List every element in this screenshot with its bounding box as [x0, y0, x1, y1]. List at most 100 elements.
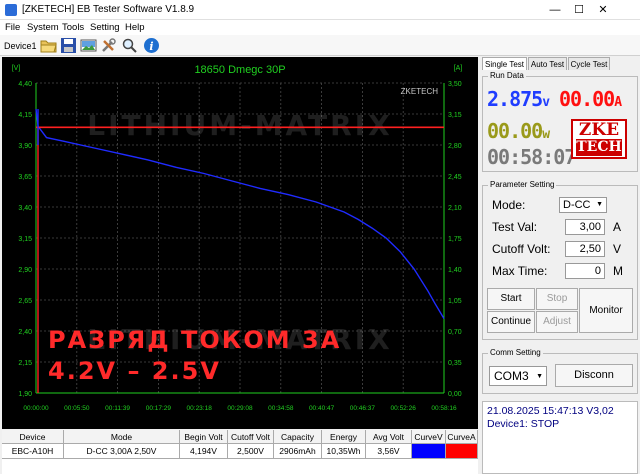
- test-val-unit: A: [613, 220, 622, 234]
- menu-setting[interactable]: Setting: [90, 22, 120, 33]
- tab-cycle-test[interactable]: Cycle Test: [568, 57, 610, 70]
- col-curve-a: CurveA: [446, 430, 478, 444]
- left-axis-label: [V]: [12, 65, 21, 72]
- adjust-button[interactable]: Adjust: [536, 311, 578, 333]
- table-cell-mode: D-CC 3,00A 2,50V: [64, 444, 180, 459]
- chart-svg: 18650 Dmegc 30P [V] [A] 4,40 3,50 4,15 3,15…: [12, 64, 463, 412]
- tab-auto-test[interactable]: Auto Test: [528, 57, 567, 70]
- power-display: 00.00w: [487, 119, 550, 143]
- left-tick-label: 3,15: [18, 236, 32, 243]
- left-tick-label: 3,65: [18, 174, 32, 181]
- title-bar: [ZKETECH] EB Tester Software V1.8.9 — ☐ …: [0, 0, 640, 20]
- info-icon[interactable]: i: [143, 37, 160, 54]
- tools-icon[interactable]: [100, 37, 117, 54]
- right-axis-label: [A]: [454, 65, 463, 72]
- x-tick-label: 00:00:00: [23, 405, 49, 412]
- col-energy: Energy: [322, 430, 366, 444]
- menu-help[interactable]: Help: [125, 22, 145, 33]
- results-table: Device Mode Begin Volt Cutoff Volt Capac…: [2, 430, 478, 474]
- zketech-logo: ZKE TECH: [571, 119, 627, 159]
- lithium-matrix-watermark-top: LITHIUM-MATRIX: [87, 109, 392, 142]
- chevron-down-icon: ▼: [536, 373, 543, 380]
- folder-open-icon[interactable]: [40, 37, 57, 54]
- monitor-button[interactable]: Monitor: [579, 288, 633, 333]
- left-tick-label: 2,65: [18, 298, 32, 305]
- x-tick-label: 00:23:18: [187, 405, 213, 412]
- max-time-input[interactable]: 0: [565, 263, 605, 279]
- x-tick-label: 00:17:29: [146, 405, 172, 412]
- right-tick-label: 0,35: [448, 360, 462, 367]
- stop-button[interactable]: Stop: [536, 288, 578, 310]
- right-panel: Single Test Auto Test Cycle Test Run Dat…: [480, 57, 640, 474]
- time-display: 00:58:07: [487, 145, 576, 169]
- right-tick-label: 2,80: [448, 143, 462, 150]
- run-data-group: Run Data 2.875v 00.00A 00.00w 00:58:07 Z…: [482, 71, 638, 172]
- window-title: [ZKETECH] EB Tester Software V1.8.9: [22, 4, 195, 15]
- app-icon: [5, 4, 17, 16]
- left-tick-label: 1,90: [18, 391, 32, 398]
- curve-v-color-swatch[interactable]: [412, 444, 446, 459]
- left-tick-label: 2,40: [18, 329, 32, 336]
- image-icon[interactable]: [80, 37, 97, 54]
- test-val-label: Test Val:: [492, 220, 538, 234]
- col-curve-v: CurveV: [412, 430, 446, 444]
- menu-tools[interactable]: Tools: [62, 22, 84, 33]
- chart-title: 18650 Dmegc 30P: [194, 64, 285, 76]
- table-cell-avg-volt: 3,56V: [366, 444, 412, 459]
- col-avg-volt: Avg Volt: [366, 430, 412, 444]
- right-tick-label: 1,05: [448, 298, 462, 305]
- left-tick-label: 3,90: [18, 143, 32, 150]
- parameter-setting-group: Parameter Setting Mode: D-CC ▼ Test Val:…: [482, 180, 638, 340]
- com-port-select[interactable]: COM3 ▼: [489, 366, 547, 386]
- current-display: 00.00A: [559, 87, 622, 111]
- left-tick-label: 4,40: [18, 81, 32, 88]
- right-tick-label: 0,00: [448, 391, 462, 398]
- col-begin-volt: Begin Volt: [180, 430, 228, 444]
- cutoff-volt-unit: V: [613, 242, 622, 256]
- left-tick-label: 2,15: [18, 360, 32, 367]
- x-tick-label: 00:29:08: [227, 405, 253, 412]
- status-device-state: Device1: STOP: [487, 418, 560, 430]
- disconnect-button[interactable]: Disconn: [555, 364, 633, 387]
- right-tick-label: 3,50: [448, 81, 462, 88]
- table-cell-device: EBC-A10H: [2, 444, 64, 459]
- max-time-label: Max Time:: [492, 264, 548, 278]
- curve-a-color-swatch[interactable]: [446, 444, 478, 459]
- table-cell-capacity: 2906mAh: [274, 444, 322, 459]
- device-label: Device1: [4, 41, 37, 51]
- tab-single-test[interactable]: Single Test: [482, 57, 527, 70]
- voltage-display: 2.875v: [487, 87, 550, 111]
- col-mode: Mode: [64, 430, 180, 444]
- discharge-chart: 18650 Dmegc 30P [V] [A] 4,40 3,50 4,15 3,15…: [2, 57, 478, 429]
- left-tick-label: 2,90: [18, 267, 32, 274]
- x-tick-label: 00:46:37: [350, 405, 376, 412]
- cutoff-volt-input[interactable]: 2,50: [565, 241, 605, 257]
- run-data-title: Run Data: [488, 71, 526, 80]
- search-icon[interactable]: [121, 37, 138, 54]
- status-box: 21.08.2025 15:47:13 V3,02 Device1: STOP: [482, 401, 638, 474]
- mode-label: Mode:: [492, 198, 526, 212]
- x-tick-label: 00:52:26: [391, 405, 417, 412]
- start-button[interactable]: Start: [487, 288, 535, 310]
- menu-bar: File System Tools Setting Help: [0, 20, 640, 35]
- minimize-button[interactable]: —: [544, 2, 566, 18]
- left-tick-label: 3,40: [18, 205, 32, 212]
- x-tick-label: 00:40:47: [309, 405, 335, 412]
- x-tick-label: 00:58:16: [431, 405, 457, 412]
- right-tick-label: 0,70: [448, 329, 462, 336]
- menu-file[interactable]: File: [5, 22, 20, 33]
- max-time-unit: M: [613, 264, 623, 278]
- menu-system[interactable]: System: [27, 22, 59, 33]
- x-tick-label: 00:05:50: [64, 405, 90, 412]
- maximize-button[interactable]: ☐: [568, 2, 590, 18]
- continue-button[interactable]: Continue: [487, 311, 535, 333]
- overlay-title: РАЗРЯД ТОКОМ 3А: [48, 326, 341, 354]
- right-tick-label: 1,40: [448, 267, 462, 274]
- test-val-input[interactable]: 3,00: [565, 219, 605, 235]
- save-icon[interactable]: [60, 37, 77, 54]
- status-datetime: 21.08.2025 15:47:13 V3,02: [487, 405, 614, 417]
- toolbar: Device1 i: [0, 35, 640, 56]
- mode-select[interactable]: D-CC ▼: [559, 197, 607, 213]
- close-button[interactable]: ✕: [592, 2, 614, 18]
- col-capacity: Capacity: [274, 430, 322, 444]
